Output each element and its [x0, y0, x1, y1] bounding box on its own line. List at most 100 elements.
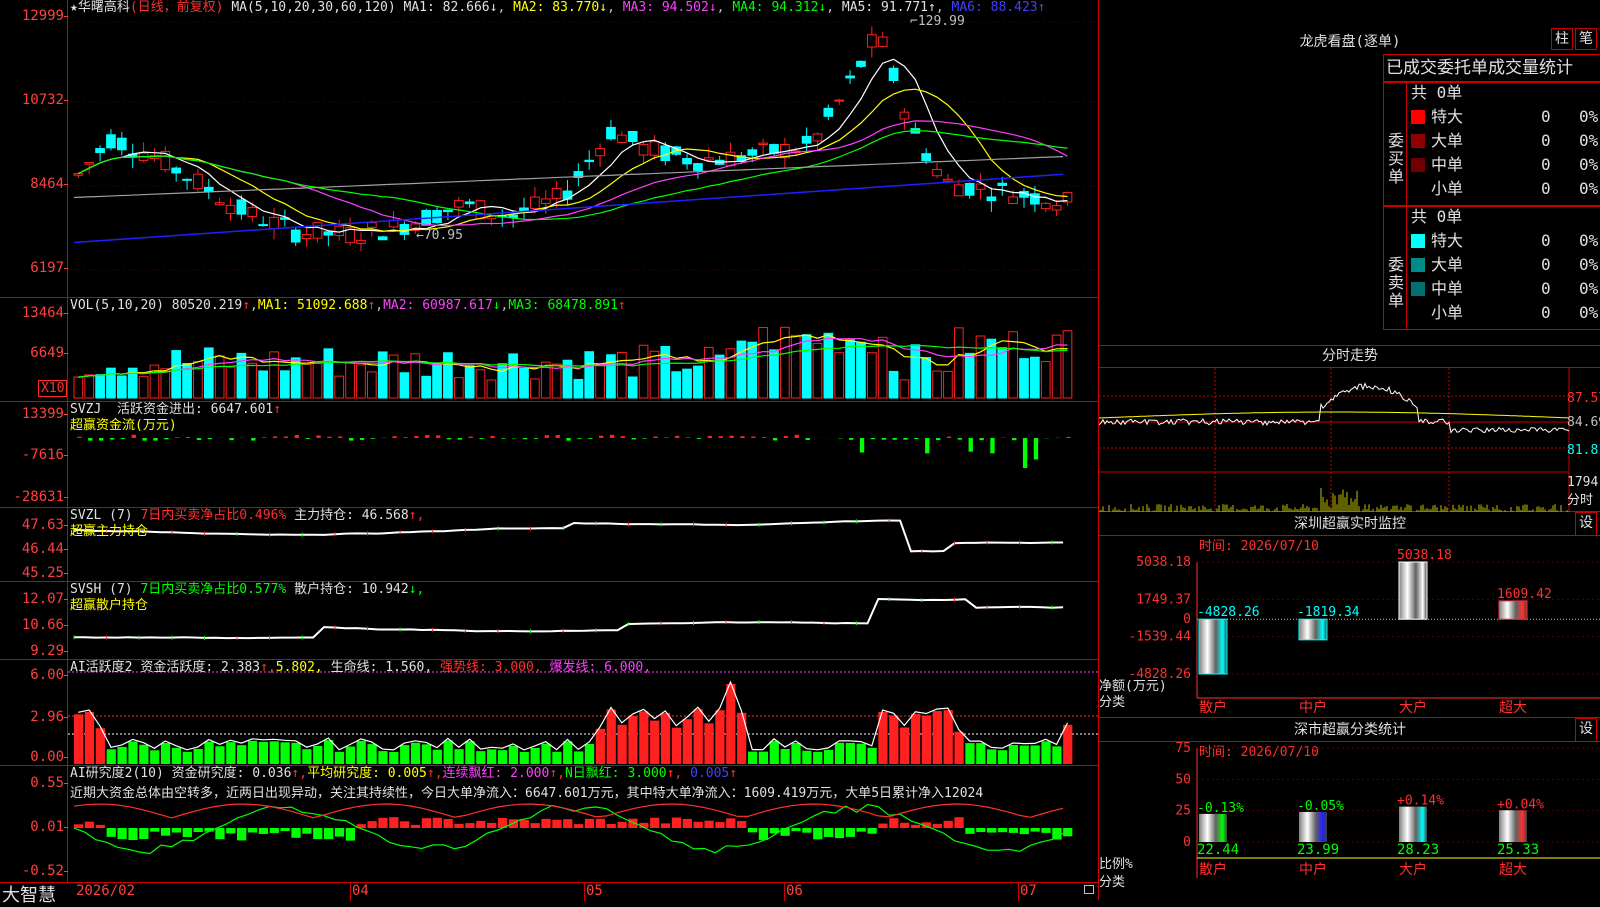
flow-bar: [284, 437, 288, 438]
flow-bar: [142, 438, 146, 441]
kline-pane[interactable]: 12999 10732 8464 6197 ★华曙高科(日线，前复权) MA(5…: [0, 0, 1098, 298]
chart-mode[interactable]: (日线，前复权): [130, 0, 224, 15]
research-bar: [596, 819, 605, 828]
svzj-header: SVZJ 活跃资金进出: 6647.601↑: [70, 402, 281, 418]
flow-bar: [295, 435, 299, 438]
candlestick-chart[interactable]: [68, 0, 1098, 297]
low-price-mark: ←70.95: [416, 228, 463, 243]
activity-bar: [1041, 741, 1050, 764]
candle: [802, 136, 811, 143]
classify-percent: -0.13%: [1197, 801, 1244, 816]
ai-activity-y-axis: 6.00 2.96 0.00: [0, 660, 68, 765]
monitor-bar: [1499, 601, 1527, 619]
ma1-label: MA1: 82.666↓: [404, 0, 498, 15]
kline-plot[interactable]: ⌐129.99 ←70.95: [68, 0, 1098, 297]
row-label: 特大: [1431, 231, 1463, 250]
candle: [563, 191, 572, 199]
research-bar: [824, 828, 833, 837]
classify-chart: 7550250-0.13%22.44散户-0.05%23.99中户+0.14%2…: [1099, 718, 1600, 900]
activity-bar: [465, 741, 474, 764]
research-bar: [889, 818, 898, 828]
ai-activity-pane[interactable]: 6.00 2.96 0.00 AI活跃度2 资金活跃度: 2.383↑,5.80…: [0, 660, 1098, 766]
classify-percent: +0.04%: [1497, 797, 1544, 812]
svzj-sub: 超赢资金流(万元): [70, 418, 177, 434]
flow-bar: [806, 438, 810, 440]
candle: [378, 237, 387, 240]
research-bar: [541, 819, 550, 828]
classify-ylabel: 比例%: [1099, 858, 1133, 872]
volume-bar: [302, 364, 311, 398]
candle: [748, 150, 757, 155]
candle: [617, 135, 626, 142]
svsh-pane[interactable]: 12.07 10.66 9.29 SVSH (7) 7日内买卖净占比0.577%…: [0, 582, 1098, 660]
svzj-pane[interactable]: 13399 -7616 -28631 SVZJ 活跃资金进出: 6647.601…: [0, 402, 1098, 508]
volume-bar: [1031, 357, 1040, 398]
flow-bar: [882, 438, 886, 440]
candle: [857, 61, 866, 66]
flow-bar: [175, 437, 179, 438]
bar-view-button[interactable]: 柱: [1551, 28, 1573, 50]
candle: [965, 184, 974, 196]
monitor-panel[interactable]: 深圳超赢实时监控 设 时间: 2026/07/10 5038.181749.37…: [1099, 512, 1600, 718]
volume-bar: [139, 376, 148, 398]
research-bar: [117, 828, 126, 839]
volume-bar: [737, 341, 746, 398]
activity-bar: [617, 725, 626, 764]
activity-bar: [650, 721, 659, 764]
candle: [183, 179, 192, 180]
lhb-panel: 龙虎看盘(逐单) 柱 笔 已成交委托单成交量统计 委买单 共 0单 特大00%大…: [1099, 0, 1600, 346]
classify-panel[interactable]: 深市超赢分类统计 设 时间: 2026/07/10 7550250-0.13%2…: [1099, 718, 1600, 900]
buy-row: 特大00%: [1411, 106, 1599, 128]
research-bar: [878, 824, 887, 828]
ai2-plot[interactable]: [68, 766, 1098, 882]
classify-value: 23.99: [1297, 842, 1339, 858]
lock-icon[interactable]: [1084, 885, 1094, 894]
volume-bar: [465, 366, 474, 398]
research-bar: [85, 822, 94, 828]
ma3-label: MA3: 94.502↓: [623, 0, 717, 15]
intraday-volume: 1794: [1567, 476, 1598, 490]
sell-row: 大单00%: [1411, 254, 1599, 276]
flow-bar: [1012, 438, 1016, 440]
flow-bar: [795, 435, 799, 438]
research-bar: [183, 828, 192, 837]
candle: [878, 37, 887, 46]
candle: [509, 215, 518, 217]
research-bar: [291, 828, 300, 838]
intraday-panel[interactable]: 分时走势 87.57 84.69 81.81 1794 分时: [1099, 346, 1600, 512]
volume-pane[interactable]: 13464 6649 X10 VOL(5,10,20) 80520.219↑,M…: [0, 298, 1098, 402]
color-swatch-icon: [1411, 182, 1425, 196]
volume-bar: [617, 352, 626, 398]
kline-header: ★华曙高科(日线，前复权) MA(5,10,20,30,60,120) MA1:…: [70, 0, 1045, 16]
volume-bar: [748, 342, 757, 398]
research-bar: [954, 817, 963, 828]
chart-area[interactable]: 12999 10732 8464 6197 ★华曙高科(日线，前复权) MA(5…: [0, 0, 1098, 900]
ma-label: MA(5,10,20,30,60,120): [231, 0, 395, 15]
lhb-tabs[interactable]: 已成交委托单成交量统计: [1383, 54, 1600, 82]
intraday-price: 81.81: [1567, 444, 1600, 458]
ai-research-y-axis: 0.55 0.01 -0.52: [0, 766, 68, 882]
volume-bar: [998, 348, 1007, 398]
candle: [628, 131, 637, 141]
row-count: 0: [1541, 130, 1551, 152]
candle: [465, 202, 474, 204]
tick-view-button[interactable]: 笔: [1575, 28, 1597, 50]
svzl-pane[interactable]: 47.63 46.44 45.25 SVZL (7) 7日内买卖净占比0.496…: [0, 508, 1098, 582]
activity-bar: [128, 741, 137, 764]
monitor-value: -4828.26: [1197, 605, 1260, 620]
flow-bar: [164, 438, 168, 439]
research-bar: [74, 824, 83, 828]
flow-bar: [458, 438, 462, 440]
row-percent: 0%: [1579, 254, 1598, 276]
classify-ytick: 75: [1175, 741, 1191, 756]
favorite-star-icon[interactable]: ★: [70, 0, 78, 15]
intraday-chart[interactable]: [1099, 368, 1600, 512]
ai1-ytick: 2.96: [0, 710, 64, 724]
stock-name[interactable]: 华曙高科: [78, 0, 130, 15]
research-bar: [531, 823, 540, 828]
flow-bar: [469, 437, 473, 438]
ai-research-pane[interactable]: 0.55 0.01 -0.52 AI研究度2(10) 资金研究度: 0.036↑…: [0, 766, 1098, 882]
intraday-avg-line: [1099, 412, 1569, 418]
row-count: 0: [1541, 302, 1551, 324]
activity-bar: [541, 744, 550, 764]
